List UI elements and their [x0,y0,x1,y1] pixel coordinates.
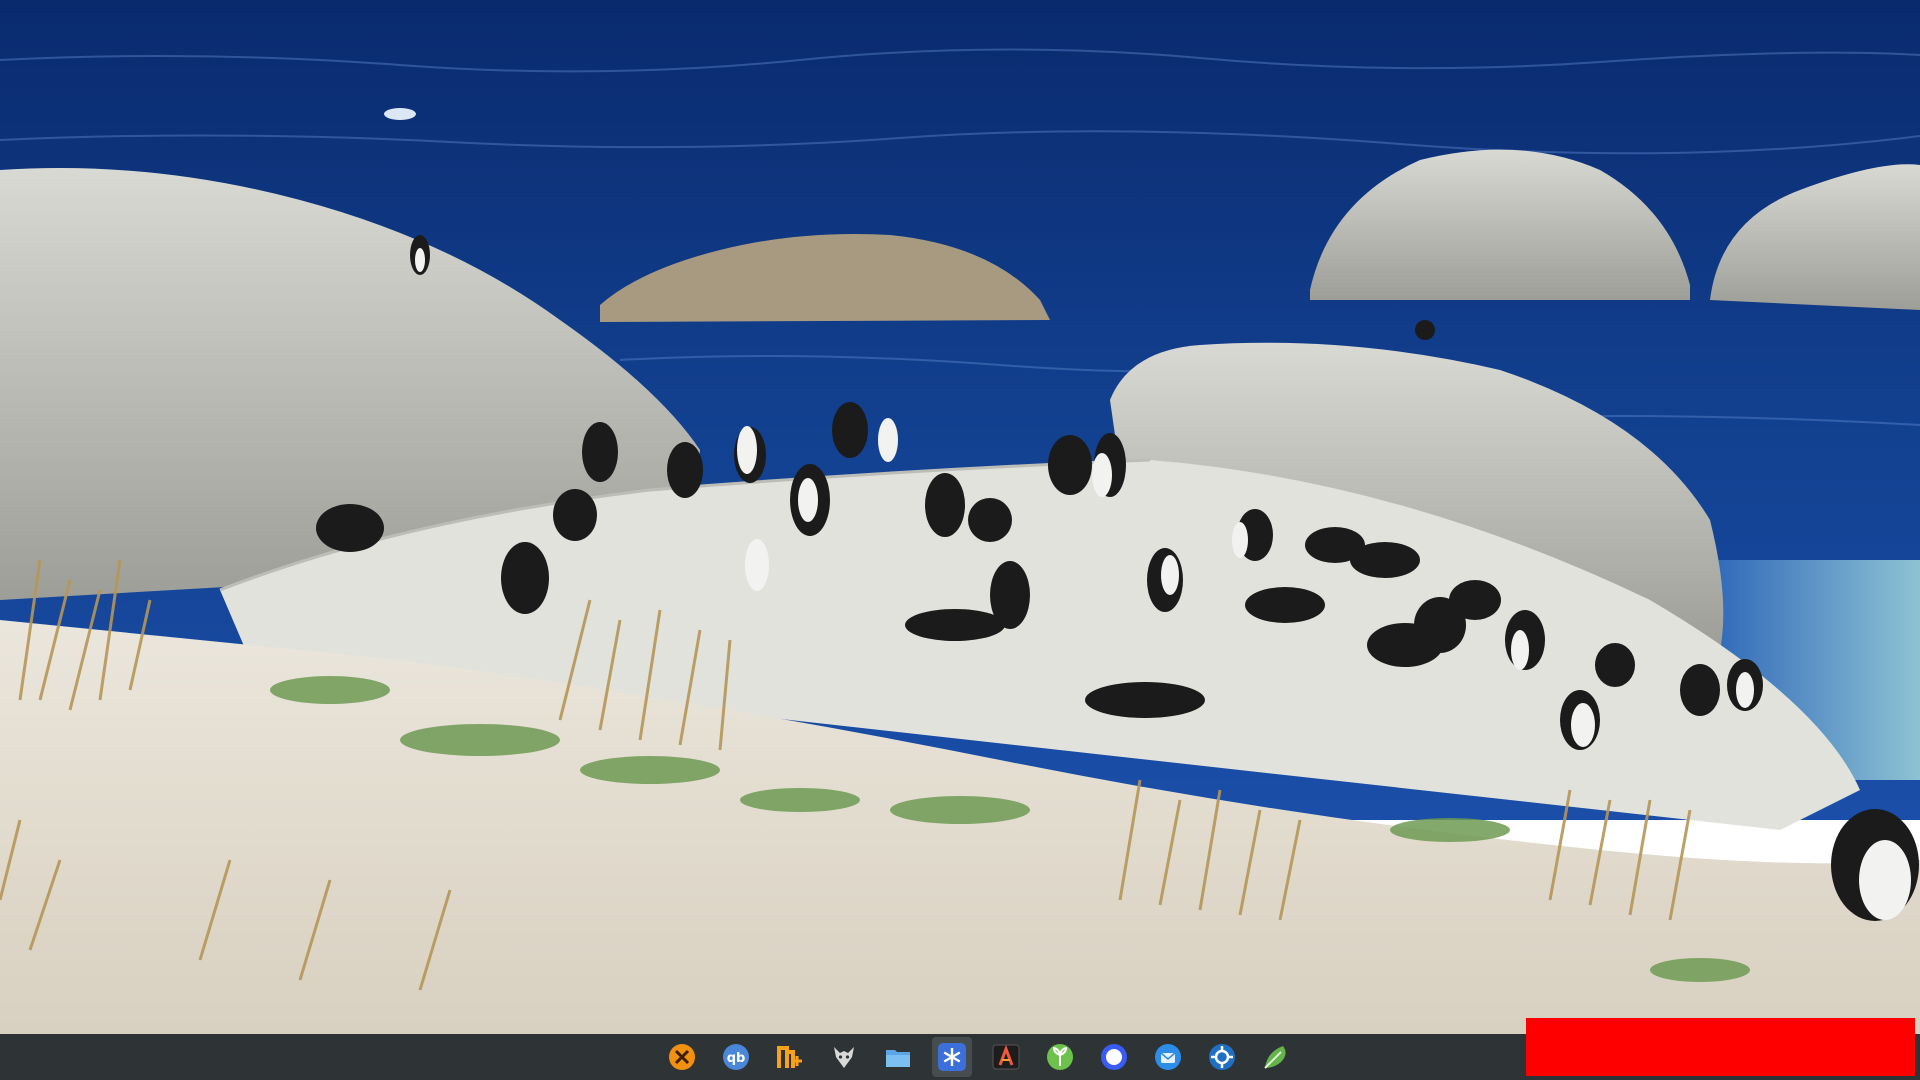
x-cross-app-icon [669,1044,695,1070]
dock-app-qbittorrent[interactable]: qb [716,1037,756,1077]
terminal-a-icon [992,1044,1020,1070]
green-leaf-app-icon [1047,1044,1073,1070]
splash [384,108,416,120]
app-dock: qb [662,1037,1296,1077]
dock-app-thunderbird[interactable] [1148,1037,1188,1077]
penguin-beach-wallpaper [0,0,1920,1034]
dock-app-blue-gear[interactable] [1202,1037,1242,1077]
dock-app-wolf[interactable] [824,1037,864,1077]
dock-app-terminal-a[interactable] [986,1037,1026,1077]
desktop: qb [0,0,1920,1080]
wolf-head-icon [834,1047,854,1068]
dock-app-text-editor[interactable] [1256,1037,1296,1077]
folder-icon [886,1050,910,1067]
dock-app-n-plus[interactable] [770,1037,810,1077]
dock-app-blue-circle[interactable] [1094,1037,1134,1077]
blue-gear-app-icon [1209,1044,1235,1070]
text-editor-leaf-icon [1264,1046,1286,1069]
qbittorrent-icon: qb [723,1044,749,1070]
dock-app-green[interactable] [1040,1037,1080,1077]
dock-app-snowflake[interactable] [932,1037,972,1077]
mail-bird-icon [1155,1044,1181,1070]
red-redaction-block [1526,1018,1915,1076]
blue-circle-icon [1101,1044,1127,1070]
dock-app-xcross[interactable] [662,1037,702,1077]
dock-app-files[interactable] [878,1037,918,1077]
snowflake-icon [938,1043,966,1071]
svg-text:qb: qb [727,1051,746,1066]
n-plus-app-icon [777,1046,802,1068]
